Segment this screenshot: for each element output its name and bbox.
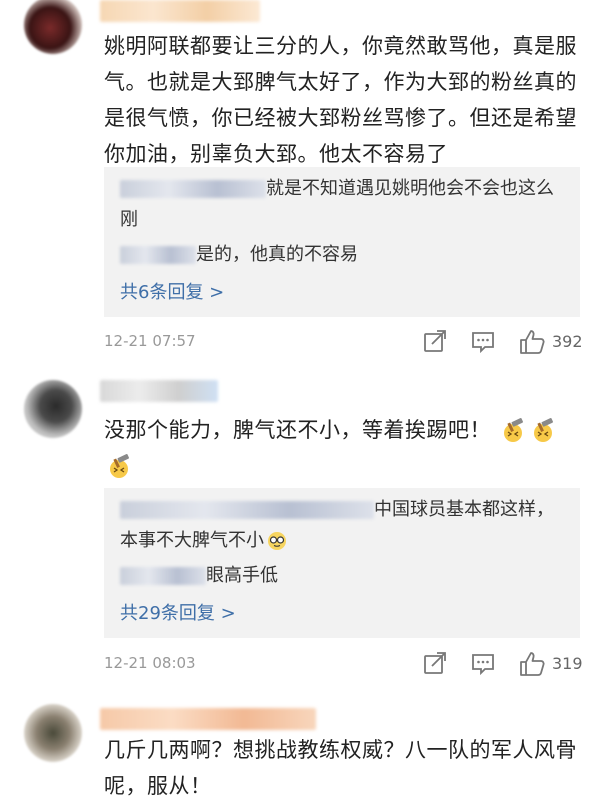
comment-text: 姚明阿联都要让三分的人，你竟然敢骂他，真是服气。也就是大郅脾气太好了，作为大郅的… <box>104 34 577 166</box>
reply[interactable]: 中国球员基本都这样，本事不大脾气不小 <box>120 494 570 556</box>
comment-text-body: 没那个能力，脾气还不小，等着挨踢吧！ <box>104 418 491 442</box>
hammer-emoji-icon <box>530 418 556 444</box>
reply-username-blurred[interactable] <box>120 246 196 264</box>
comment-meta: 12-21 07:57 392 <box>104 328 583 358</box>
reply-text: 眼高手低 <box>206 565 278 586</box>
timestamp: 12-21 08:03 <box>104 654 196 672</box>
hammer-emoji-icon <box>500 418 526 444</box>
more-replies-link[interactable]: 共6条回复 > <box>120 279 224 307</box>
avatar[interactable] <box>24 0 82 54</box>
reply-username-blurred[interactable] <box>120 180 266 198</box>
share-icon[interactable] <box>422 650 450 678</box>
thumbs-up-icon[interactable] <box>518 650 546 678</box>
glasses-emoji-icon <box>266 530 288 552</box>
thumbs-up-icon[interactable] <box>518 328 546 356</box>
reply[interactable]: 就是不知道遇见姚明他会不会也这么刚 <box>120 173 570 235</box>
comment-meta: 12-21 08:03 319 <box>104 650 583 680</box>
comment-item: 没那个能力，脾气还不小，等着挨踢吧！ 中国球员基本都这样，本事不大脾气不小 眼高… <box>0 378 592 693</box>
reply[interactable]: 眼高手低 <box>120 560 570 591</box>
comment-icon[interactable] <box>470 650 498 678</box>
comment-item: 姚明阿联都要让三分的人，你竟然敢骂他，真是服气。也就是大郅脾气太好了，作为大郅的… <box>0 0 592 370</box>
timestamp: 12-21 07:57 <box>104 332 196 350</box>
reply[interactable]: 是的，他真的不容易 <box>120 239 570 270</box>
reply-text: 是的，他真的不容易 <box>196 244 358 265</box>
username-blurred[interactable] <box>100 380 218 402</box>
avatar[interactable] <box>24 380 82 438</box>
reply-box[interactable]: 就是不知道遇见姚明他会不会也这么刚 是的，他真的不容易 共6条回复 > <box>104 167 580 317</box>
share-icon[interactable] <box>422 328 450 356</box>
comment-text: 没那个能力，脾气还不小，等着挨踢吧！ <box>104 412 580 484</box>
reply-username-blurred[interactable] <box>120 567 206 585</box>
reply-username-blurred[interactable] <box>120 501 374 519</box>
comment-text: 几斤几两啊？想挑战教练权威？八一队的军人风骨呢，服从！ <box>104 738 577 798</box>
like-count: 319 <box>552 654 583 673</box>
hammer-emoji-icon <box>106 454 132 480</box>
like-count: 392 <box>552 332 583 351</box>
comment-icon[interactable] <box>470 328 498 356</box>
username-blurred[interactable] <box>100 708 316 730</box>
more-replies-link[interactable]: 共29条回复 > <box>120 600 236 628</box>
reply-box[interactable]: 中国球员基本都这样，本事不大脾气不小 眼高手低 共29条回复 > <box>104 488 580 638</box>
username-blurred[interactable] <box>100 0 260 22</box>
avatar[interactable] <box>24 704 82 762</box>
comment-item: 几斤几两啊？想挑战教练权威？八一队的军人风骨呢，服从！ <box>0 700 592 800</box>
